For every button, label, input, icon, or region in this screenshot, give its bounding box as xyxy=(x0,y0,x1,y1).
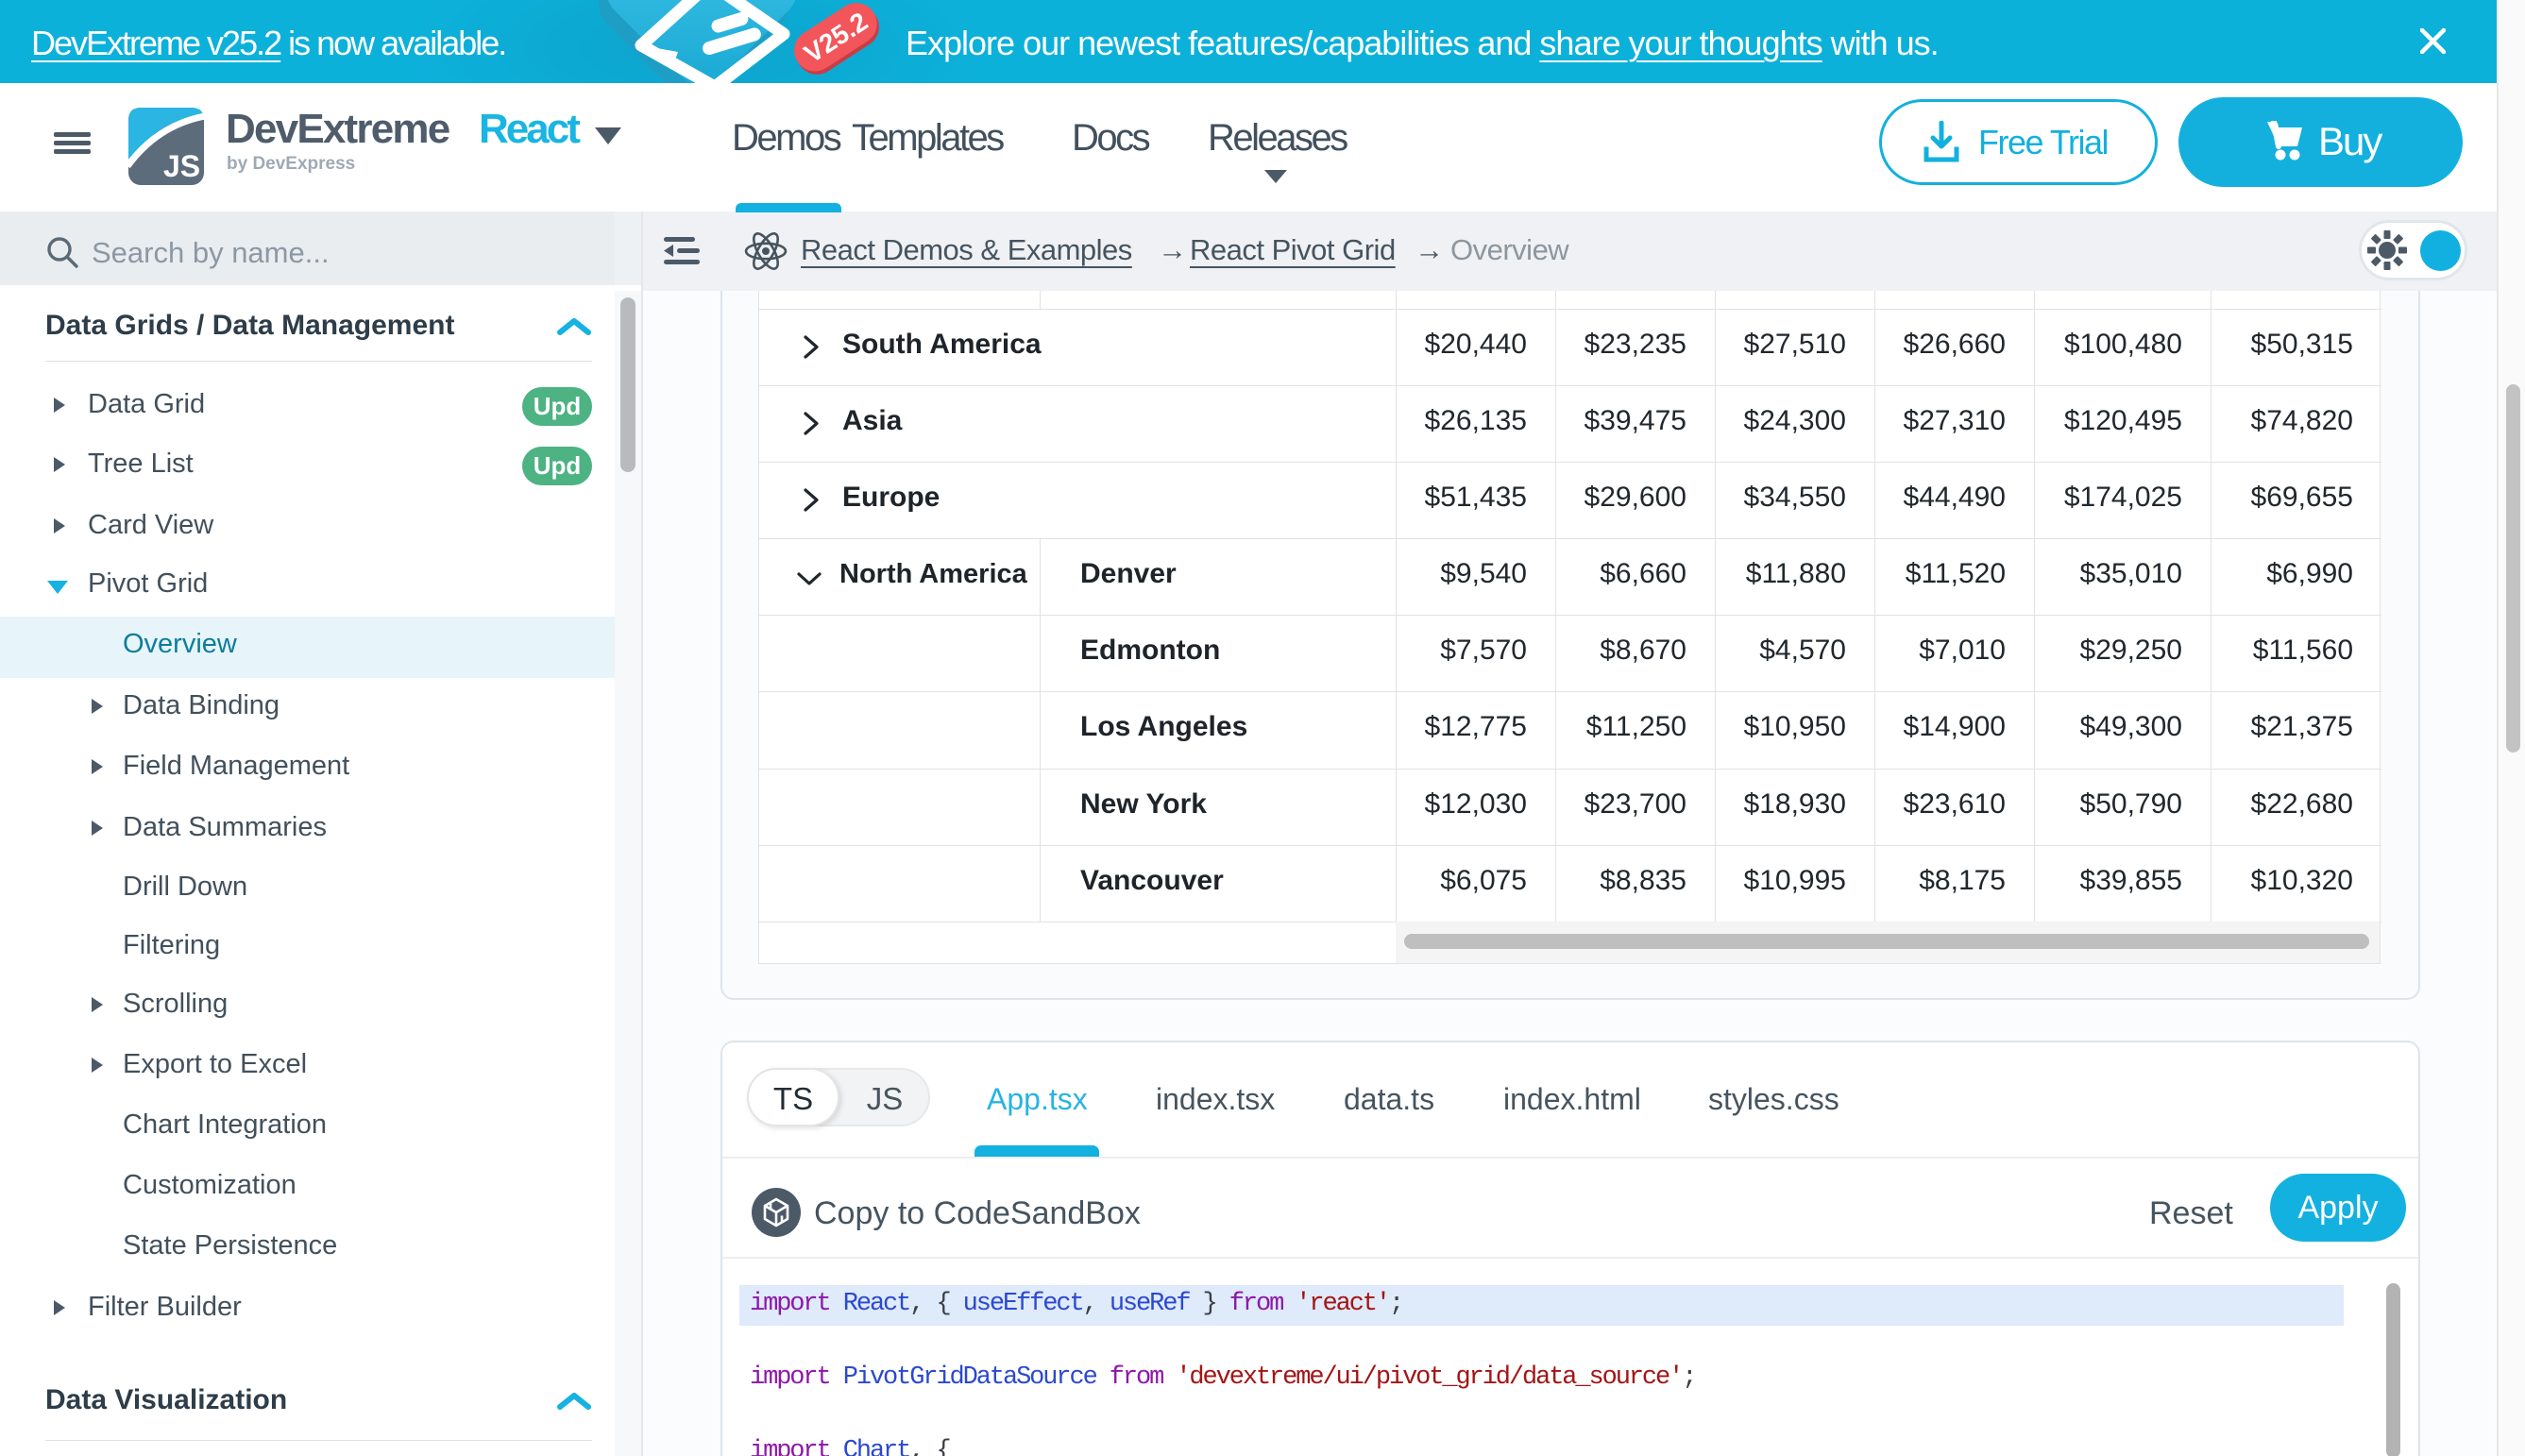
svg-text:JS: JS xyxy=(163,149,200,183)
